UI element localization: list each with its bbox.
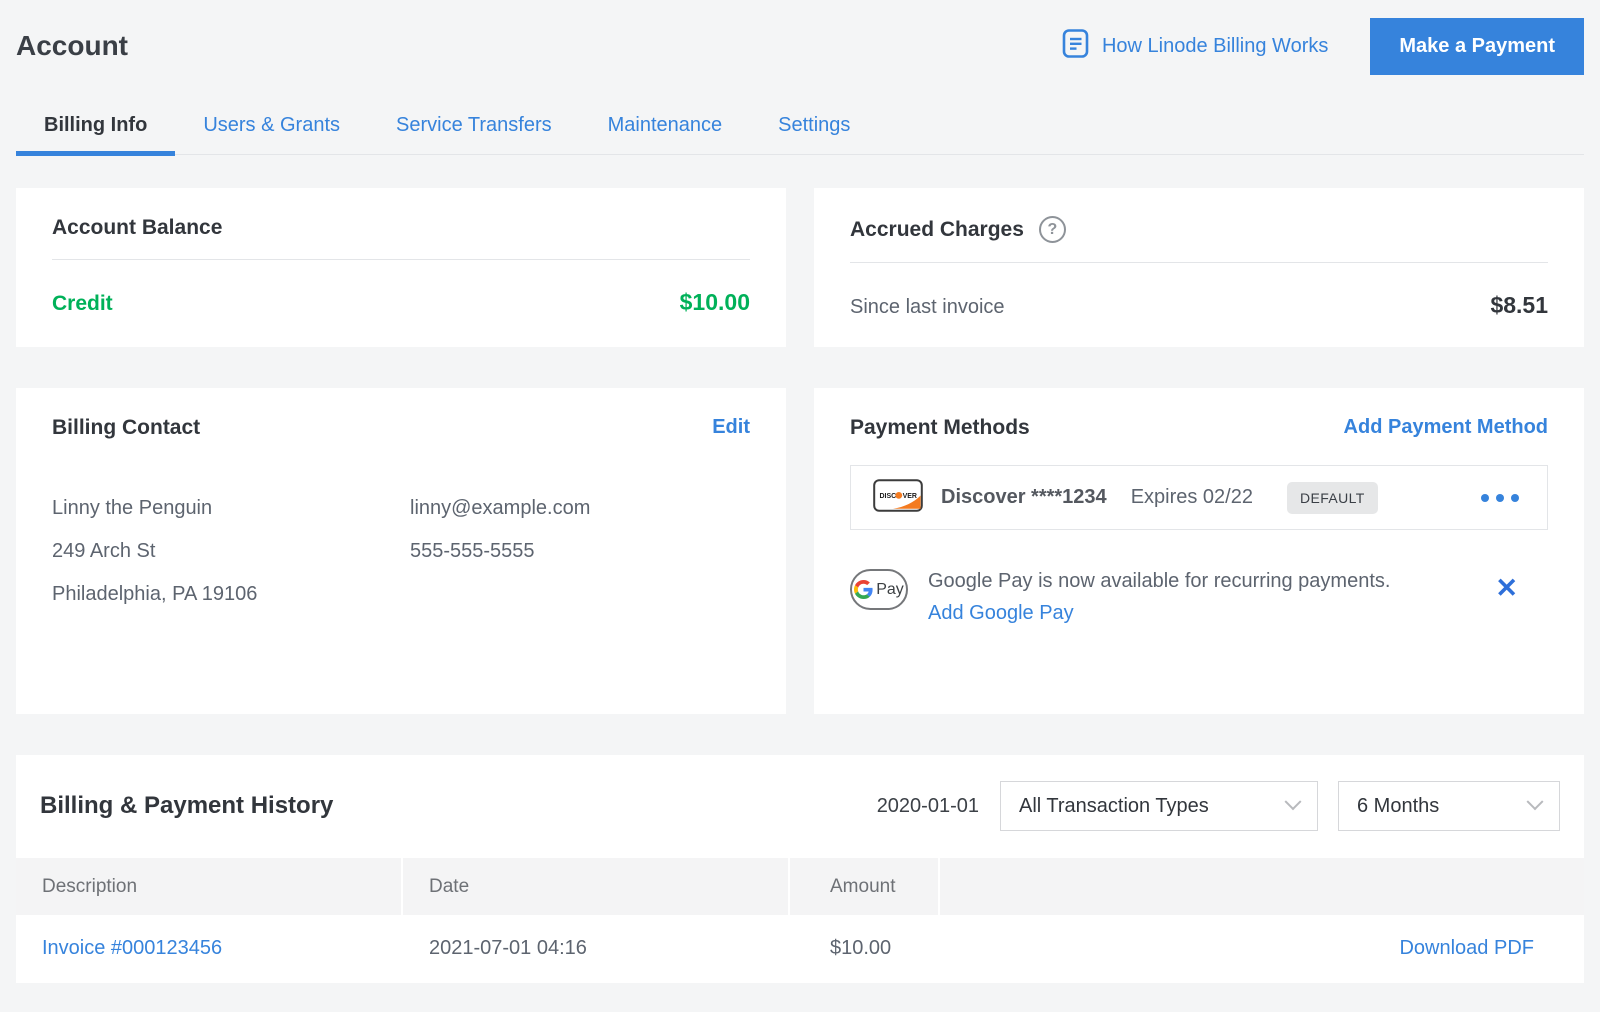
default-badge: DEFAULT — [1287, 482, 1378, 514]
contact-comm-column: linny@example.com 555-555-5555 — [410, 487, 750, 616]
tab-settings[interactable]: Settings — [750, 102, 878, 154]
document-icon — [1062, 28, 1089, 65]
gpay-logo-text: Pay — [876, 581, 904, 599]
dot — [1496, 494, 1504, 502]
page-header: Account How Linode Billing Works Make a … — [16, 0, 1584, 78]
google-pay-message: Google Pay is now available for recurrin… — [928, 569, 1390, 593]
edit-billing-contact-link[interactable]: Edit — [712, 416, 750, 439]
account-balance-row: Credit $10.00 — [52, 289, 750, 316]
billing-history-head: Billing & Payment History 2020-01-01 All… — [16, 781, 1584, 831]
amount-cell: $10.00 — [790, 937, 940, 960]
add-google-pay-link[interactable]: Add Google Pay — [928, 602, 1074, 625]
since-last-invoice-label: Since last invoice — [850, 296, 1005, 319]
history-table: Description Date Amount Invoice #0001234… — [16, 858, 1584, 981]
dot — [1511, 494, 1519, 502]
contact-email: linny@example.com — [410, 487, 750, 530]
close-icon[interactable]: ✕ — [1495, 569, 1518, 602]
google-pay-message-block: Google Pay is now available for recurrin… — [928, 569, 1390, 625]
accrued-amount: $8.51 — [1490, 292, 1548, 319]
divider — [850, 262, 1548, 263]
contact-phone: 555-555-5555 — [410, 530, 750, 573]
contact-payment-row: Billing Contact Edit Linny the Penguin 2… — [16, 388, 1584, 714]
contact-info: Linny the Penguin 249 Arch St Philadelph… — [52, 487, 750, 616]
transaction-types-select[interactable]: All Transaction Types — [1000, 781, 1318, 831]
billing-page: Account How Linode Billing Works Make a … — [0, 0, 1600, 983]
date-range-value: 6 Months — [1357, 795, 1439, 818]
billing-contact-card: Billing Contact Edit Linny the Penguin 2… — [16, 388, 786, 714]
payment-method-actions-button[interactable] — [1475, 488, 1525, 508]
column-header-date: Date — [403, 858, 790, 915]
svg-text:DISC: DISC — [880, 493, 897, 500]
billing-contact-title: Billing Contact — [52, 416, 200, 440]
make-a-payment-button[interactable]: Make a Payment — [1370, 18, 1584, 75]
divider — [52, 259, 750, 260]
payment-methods-title: Payment Methods — [850, 416, 1030, 440]
dot — [1481, 494, 1489, 502]
invoice-cell: Invoice #000123456 — [16, 937, 403, 960]
discover-card-icon: DISC VER — [873, 479, 923, 517]
payment-methods-head: Payment Methods Add Payment Method — [850, 416, 1548, 440]
help-question-icon[interactable]: ? — [1039, 216, 1066, 243]
accrued-charges-row: Since last invoice $8.51 — [850, 292, 1548, 319]
accrued-charges-title-text: Accrued Charges — [850, 218, 1024, 242]
invoice-link[interactable]: Invoice #000123456 — [42, 937, 222, 959]
tab-users-grants[interactable]: Users & Grants — [175, 102, 368, 154]
card-label: Discover ****1234 — [941, 486, 1107, 509]
date-range-select[interactable]: 6 Months — [1338, 781, 1560, 831]
billing-history-card: Billing & Payment History 2020-01-01 All… — [16, 755, 1584, 983]
credit-amount: $10.00 — [680, 289, 750, 316]
accrued-charges-title: Accrued Charges ? — [850, 216, 1548, 243]
action-cell: Download PDF — [940, 937, 1584, 960]
history-table-header: Description Date Amount — [16, 858, 1584, 915]
billing-contact-head: Billing Contact Edit — [52, 416, 750, 440]
download-pdf-link[interactable]: Download PDF — [1399, 937, 1534, 959]
google-pay-icon: Pay — [850, 569, 908, 610]
tab-billing-info[interactable]: Billing Info — [16, 102, 175, 154]
column-header-amount: Amount — [790, 858, 940, 915]
contact-address-line1: 249 Arch St — [52, 530, 410, 573]
add-payment-method-link[interactable]: Add Payment Method — [1344, 416, 1548, 439]
header-actions: How Linode Billing Works Make a Payment — [1062, 18, 1584, 75]
payment-methods-card: Payment Methods Add Payment Method DISC … — [814, 388, 1584, 714]
column-header-description: Description — [16, 858, 403, 915]
table-row: Invoice #000123456 2021-07-01 04:16 $10.… — [16, 915, 1584, 981]
chevron-down-icon — [1285, 793, 1302, 810]
date-cell: 2021-07-01 04:16 — [403, 937, 790, 960]
chevron-down-icon — [1527, 793, 1544, 810]
help-link-label: How Linode Billing Works — [1102, 35, 1328, 58]
contact-address-line2: Philadelphia, PA 19106 — [52, 573, 410, 616]
tab-bar: Billing Info Users & Grants Service Tran… — [16, 102, 1584, 155]
account-balance-card: Account Balance Credit $10.00 — [16, 188, 786, 347]
credit-label: Credit — [52, 292, 113, 316]
tab-maintenance[interactable]: Maintenance — [580, 102, 751, 154]
svg-text:VER: VER — [903, 493, 917, 500]
account-balance-title: Account Balance — [52, 216, 750, 240]
history-filters: 2020-01-01 All Transaction Types 6 Month… — [877, 781, 1560, 831]
contact-name: Linny the Penguin — [52, 487, 410, 530]
contact-address-column: Linny the Penguin 249 Arch St Philadelph… — [52, 487, 410, 616]
history-start-date[interactable]: 2020-01-01 — [877, 795, 979, 818]
how-linode-billing-works-link[interactable]: How Linode Billing Works — [1062, 28, 1328, 65]
column-header-actions — [940, 858, 1584, 915]
card-expiry: Expires 02/22 — [1131, 486, 1253, 509]
tab-service-transfers[interactable]: Service Transfers — [368, 102, 580, 154]
accrued-charges-card: Accrued Charges ? Since last invoice $8.… — [814, 188, 1584, 347]
payment-method-row: DISC VER Discover ****1234 Expires 02/22… — [850, 465, 1548, 530]
google-pay-banner: Pay Google Pay is now available for recu… — [850, 569, 1548, 625]
page-title: Account — [16, 30, 128, 62]
transaction-types-value: All Transaction Types — [1019, 795, 1209, 818]
billing-history-title: Billing & Payment History — [40, 792, 333, 820]
balance-cards-row: Account Balance Credit $10.00 Accrued Ch… — [16, 188, 1584, 347]
